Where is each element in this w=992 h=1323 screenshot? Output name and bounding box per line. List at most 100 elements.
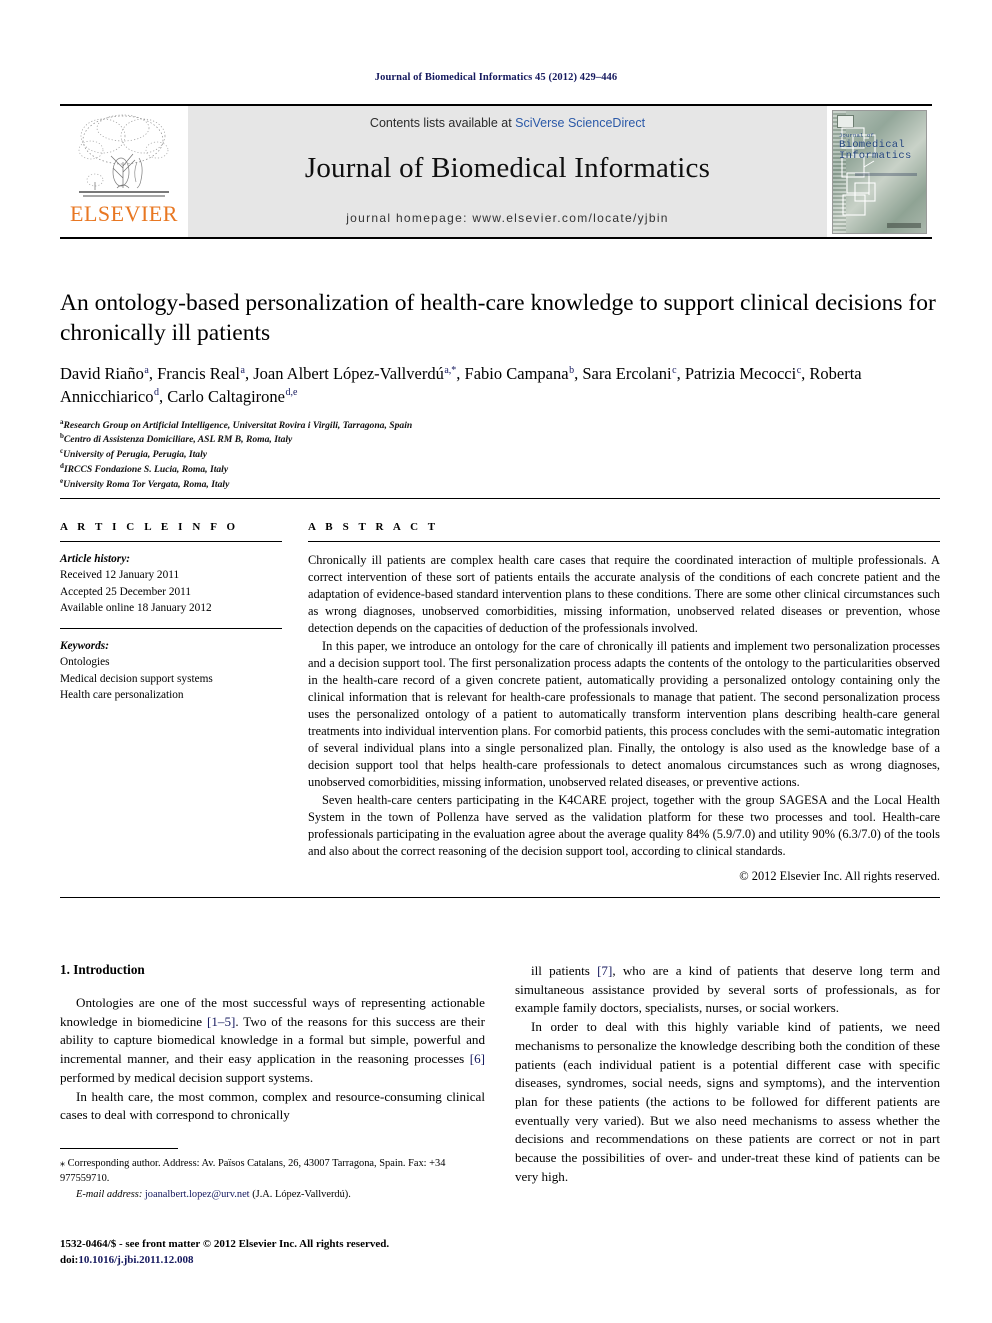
doi-prefix: doi:	[60, 1253, 79, 1266]
abstract-paragraph: Chronically ill patients are complex hea…	[308, 553, 940, 636]
author-affiliation-marker: b	[569, 364, 575, 376]
author-name: Patrizia Mecocci	[684, 364, 797, 384]
abstract-paragraph: Seven health-care centers participating …	[308, 792, 940, 858]
paragraph-text: ill patients	[531, 963, 598, 978]
abstract-rule	[308, 541, 940, 542]
affiliation-item: eUniversity Roma Tor Vergata, Roma, Ital…	[60, 477, 940, 492]
contents-available-line: Contents lists available at SciVerse Sci…	[370, 116, 645, 130]
affiliation-item: aResearch Group on Artificial Intelligen…	[60, 418, 940, 433]
affiliation-text: University of Perugia, Perugia, Italy	[63, 449, 208, 461]
section-bottom-rule	[60, 896, 940, 898]
cover-image: Journal of Biomedical Informatics	[832, 109, 927, 234]
history-available-online: Available online 18 January 2012	[60, 601, 212, 614]
affiliation-list: aResearch Group on Artificial Intelligen…	[60, 418, 940, 492]
article-info-heading: A R T I C L E I N F O	[60, 521, 239, 533]
author-affiliation-marker: d	[153, 387, 159, 399]
author-name: David Riaño	[60, 364, 144, 384]
article-info-rule	[60, 541, 282, 542]
copyright-line: © 2012 Elsevier Inc. All rights reserved…	[739, 868, 940, 883]
email-link[interactable]: joanalbert.lopez@urv.net	[145, 1189, 250, 1200]
asterisk-icon: ⁎	[60, 1158, 65, 1169]
imprint-doi-line: doi:10.1016/j.jbi.2011.12.008	[60, 1253, 500, 1269]
section-top-rule	[60, 498, 940, 499]
author-name: Carlo Caltagirone	[167, 386, 285, 406]
journal-homepage-line[interactable]: journal homepage: www.elsevier.com/locat…	[188, 211, 827, 225]
author-affiliation-marker: a,*	[444, 364, 457, 376]
keyword-item: Health care personalization	[60, 688, 184, 701]
page-title: An ontology-based personalization of hea…	[60, 290, 936, 347]
author-affiliation-marker: c	[672, 364, 677, 376]
cover-line-2: Informatics	[839, 150, 912, 163]
abstract-heading: A B S T R A C T	[308, 521, 439, 533]
body-right-column: ill patients [7], who are a kind of pati…	[515, 962, 940, 1187]
abstract-paragraph: In this paper, we introduce an ontology …	[308, 638, 940, 790]
corresponding-author-text: Corresponding author. Address: Av. Païso…	[60, 1158, 446, 1184]
keyword-item: Medical decision support systems	[60, 672, 213, 685]
cover-title-text: Journal of Biomedical Informatics	[839, 132, 912, 164]
keyword-item: Ontologies	[60, 656, 110, 669]
body-paragraph: In health care, the most common, complex…	[60, 1088, 485, 1125]
affiliation-text: University Roma Tor Vergata, Roma, Italy	[63, 479, 230, 491]
citation-link[interactable]: [7]	[597, 963, 612, 978]
sciencedirect-link[interactable]: SciVerse ScienceDirect	[515, 116, 645, 130]
article-history-group: Article history: Received 12 January 201…	[60, 551, 282, 616]
citation-link[interactable]: [1–5]	[207, 1014, 235, 1029]
abstract-column: A B S T R A C T Chronically ill patients…	[308, 521, 940, 884]
affiliation-text: Centro di Assistenza Domiciliare, ASL RM…	[63, 434, 293, 446]
journal-masthead: ELSEVIER Contents lists available at Sci…	[60, 104, 932, 239]
paragraph-text: In health care, the most common, complex…	[60, 1088, 485, 1123]
author-affiliation-marker: a	[144, 364, 149, 376]
footnote-block: ⁎ Corresponding author. Address: Av. Paï…	[60, 1148, 485, 1203]
doi-link[interactable]: 10.1016/j.jbi.2011.12.008	[78, 1254, 193, 1266]
article-history-label: Article history:	[60, 553, 130, 565]
history-received: Received 12 January 2011	[60, 569, 180, 582]
journal-title: Journal of Biomedical Informatics	[304, 152, 711, 184]
affiliation-text: Research Group on Artificial Intelligenc…	[63, 419, 413, 431]
section-heading-introduction: 1. Introduction	[60, 962, 145, 977]
title-and-authors: An ontology-based personalization of hea…	[60, 288, 940, 492]
author-affiliation-marker: c	[796, 364, 802, 376]
intro-left-paragraphs: Ontologies are one of the most successfu…	[60, 994, 485, 1125]
elsevier-wordmark: ELSEVIER	[70, 201, 178, 226]
contents-prefix: Contents lists available at	[369, 116, 516, 130]
body-paragraph: ill patients [7], who are a kind of pati…	[515, 962, 940, 1018]
elsevier-logo: ELSEVIER	[60, 106, 188, 237]
author-name: Sara Ercolani	[582, 364, 672, 384]
affiliation-text: IRCCS Fondazione S. Lucia, Roma, Italy	[63, 464, 229, 476]
paragraph-text: performed by medical decision support sy…	[60, 1069, 314, 1085]
article-info-column: A R T I C L E I N F O Article history: R…	[60, 521, 308, 884]
email-label: E-mail address:	[76, 1188, 143, 1200]
article-page: Journal of Biomedical Informatics 45 (20…	[0, 0, 992, 1323]
author-name: Joan Albert López-Vallverdú	[253, 364, 444, 384]
keywords-label: Keywords:	[60, 640, 109, 653]
cover-publisher-bar	[887, 222, 921, 228]
cover-subtitle-bar	[855, 172, 917, 176]
email-note: E-mail address: joanalbert.lopez@urv.net…	[60, 1188, 485, 1203]
author-affiliation-marker: d,e	[285, 387, 298, 399]
body-paragraph: In order to deal with this highly variab…	[515, 1018, 940, 1186]
keywords-group: Keywords: Ontologies Medical decision su…	[60, 638, 282, 703]
affiliation-item: bCentro di Assistenza Domiciliare, ASL R…	[60, 432, 940, 447]
email-owner: (J.A. López-Vallverdú).	[252, 1188, 351, 1200]
running-head: Journal of Biomedical Informatics 45 (20…	[374, 72, 618, 83]
elsevier-tree-icon	[73, 110, 175, 202]
author-affiliation-marker: a	[240, 364, 245, 376]
cover-line-1: Biomedical	[839, 138, 906, 151]
author-list: David Riañoa, Francis Reala, Joan Albert…	[60, 364, 862, 406]
masthead-center: Contents lists available at SciVerse Sci…	[188, 106, 827, 237]
author-name: Francis Real	[157, 364, 241, 384]
paragraph-text: In order to deal with this highly variab…	[515, 1019, 940, 1184]
history-accepted: Accepted 25 December 2011	[60, 585, 192, 598]
footnote-rule	[60, 1148, 178, 1149]
intro-right-paragraphs: ill patients [7], who are a kind of pati…	[515, 962, 940, 1187]
affiliation-item: cUniversity of Perugia, Perugia, Italy	[60, 447, 940, 462]
author-name: Fabio Campana	[464, 364, 569, 384]
keywords-rule	[60, 628, 282, 630]
corresponding-author-note: ⁎ Corresponding author. Address: Av. Paï…	[60, 1157, 485, 1187]
citation-link[interactable]: [6]	[470, 1051, 485, 1066]
journal-cover-thumbnail: Journal of Biomedical Informatics	[827, 106, 932, 237]
imprint-block: 1532-0464/$ - see front matter © 2012 El…	[60, 1237, 500, 1268]
affiliation-item: dIRCCS Fondazione S. Lucia, Roma, Italy	[60, 462, 940, 477]
info-abstract-section: A R T I C L E I N F O Article history: R…	[60, 498, 940, 898]
imprint-front-matter: 1532-0464/$ - see front matter © 2012 El…	[60, 1238, 390, 1250]
